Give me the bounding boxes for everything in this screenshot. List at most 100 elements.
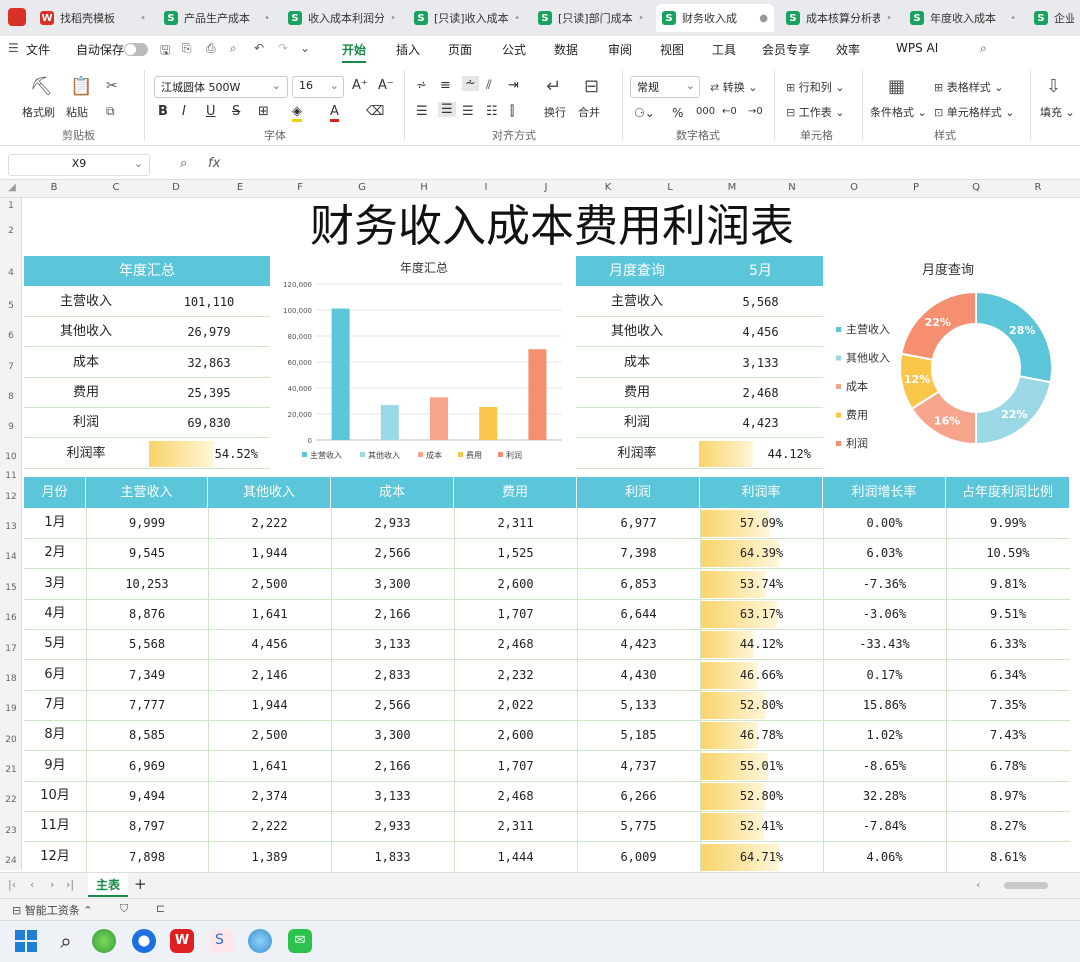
dot-icon[interactable]: •	[264, 13, 270, 24]
table-cell-exp[interactable]: 2,311	[454, 811, 577, 841]
table-cell-month[interactable]: 11月	[24, 811, 86, 841]
preview-icon[interactable]: ⌕	[230, 41, 237, 56]
column-header[interactable]: P	[906, 182, 926, 193]
table-cell-growth[interactable]: 6.03%	[823, 538, 946, 568]
menu-tab[interactable]: 公式	[502, 41, 526, 58]
bold-icon[interactable]: B	[158, 104, 168, 119]
cut-icon[interactable]: ✂	[106, 78, 118, 94]
table-cell-month[interactable]: 2月	[24, 538, 86, 568]
table-cell-main[interactable]: 9,545	[86, 538, 208, 568]
table-cell-month[interactable]: 7月	[24, 690, 86, 720]
row-col-button[interactable]: ⊞ 行和列 ⌄	[786, 79, 844, 95]
row-header[interactable]: 18	[0, 674, 22, 684]
table-cell-exp[interactable]: 2,600	[454, 720, 577, 750]
row-header[interactable]: 4	[0, 268, 22, 278]
dot-icon[interactable]: •	[638, 13, 644, 24]
column-header[interactable]: C	[106, 182, 126, 193]
table-style-button[interactable]: ⊞ 表格样式 ⌄	[934, 79, 1003, 95]
table-cell-margin[interactable]: 52.80%	[700, 781, 823, 811]
prev-sheet-icon[interactable]: ‹	[30, 878, 34, 891]
table-cell-cost[interactable]: 2,166	[331, 751, 454, 781]
row-header[interactable]: 5	[0, 301, 22, 311]
table-cell-profit[interactable]: 7,398	[577, 538, 700, 568]
align-middle-icon[interactable]: ≡	[440, 78, 451, 93]
table-cell-cost[interactable]: 3,300	[331, 720, 454, 750]
undo-icon[interactable]: ↶	[254, 41, 264, 55]
table-cell-exp[interactable]: 1,444	[454, 842, 577, 872]
align-right-icon[interactable]: ☰	[462, 104, 474, 119]
view-icon[interactable]: ⊏	[156, 902, 165, 915]
table-cell-other[interactable]: 2,374	[208, 781, 331, 811]
month-select[interactable]: 5月	[698, 256, 823, 286]
table-cell-share[interactable]: 8.97%	[946, 781, 1070, 811]
row-header[interactable]: 10	[0, 452, 22, 462]
document-tab[interactable]: S 财务收入成 ●	[656, 4, 774, 32]
menu-tab[interactable]: 效率	[836, 41, 860, 58]
table-cell-main[interactable]: 8,876	[86, 599, 208, 629]
table-cell-share[interactable]: 8.27%	[946, 811, 1070, 841]
row-header[interactable]: 22	[0, 795, 22, 805]
table-cell-growth[interactable]: -33.43%	[823, 629, 946, 659]
export-icon[interactable]: ⎘	[182, 41, 192, 56]
column-header[interactable]: F	[290, 182, 310, 193]
column-header[interactable]: H	[414, 182, 434, 193]
column-header[interactable]: G	[352, 182, 372, 193]
table-cell-profit[interactable]: 6,977	[577, 508, 700, 538]
table-cell-share[interactable]: 10.59%	[946, 538, 1070, 568]
scroll-left-icon[interactable]: ‹	[976, 878, 980, 891]
table-cell-other[interactable]: 2,500	[208, 720, 331, 750]
table-cell-main[interactable]: 10,253	[86, 569, 208, 599]
paste-button[interactable]: 粘贴	[66, 104, 88, 120]
document-tab[interactable]: S [只读]收入成本 •	[408, 4, 526, 32]
menu-tab[interactable]: 开始	[342, 41, 367, 63]
menu-tab[interactable]: 插入	[396, 41, 420, 58]
wps-icon[interactable]: W	[170, 929, 194, 953]
align-center-icon[interactable]: ☰	[438, 102, 456, 117]
table-cell-margin[interactable]: 46.78%	[700, 720, 823, 750]
clear-format-icon[interactable]: ⌫	[366, 104, 384, 119]
worksheet-button[interactable]: ⊟ 工作表 ⌄	[786, 104, 844, 120]
table-cell-main[interactable]: 7,349	[86, 660, 208, 690]
table-cell-main[interactable]: 9,999	[86, 508, 208, 538]
table-cell-margin[interactable]: 63.17%	[700, 599, 823, 629]
sheet-tab-main[interactable]: 主表	[88, 873, 128, 897]
browser-icon[interactable]	[92, 929, 116, 953]
font-color-icon[interactable]: A	[330, 104, 339, 122]
dot-icon[interactable]: •	[140, 13, 146, 24]
table-cell-share[interactable]: 9.99%	[946, 508, 1070, 538]
table-cell-share[interactable]: 7.35%	[946, 690, 1070, 720]
redo-icon[interactable]: ↷	[278, 41, 288, 55]
table-cell-exp[interactable]: 2,311	[454, 508, 577, 538]
font-shrink-icon[interactable]: A⁻	[378, 78, 394, 93]
wechat-icon[interactable]: ✉	[288, 929, 312, 953]
menu-tab[interactable]: 视图	[660, 41, 684, 58]
menu-tab[interactable]: WPS AI	[896, 41, 938, 55]
table-cell-other[interactable]: 2,146	[208, 660, 331, 690]
border-icon[interactable]: ⊞	[258, 104, 269, 119]
document-tab[interactable]: S 年度收入成本 •	[904, 4, 1022, 32]
table-cell-main[interactable]: 6,969	[86, 751, 208, 781]
table-cell-profit[interactable]: 6,644	[577, 599, 700, 629]
table-cell-month[interactable]: 8月	[24, 720, 86, 750]
table-cell-profit[interactable]: 5,185	[577, 720, 700, 750]
column-header[interactable]: I	[476, 182, 496, 193]
search-icon[interactable]: ⌕	[54, 929, 78, 953]
menu-tab[interactable]: 会员专享	[762, 41, 810, 58]
table-cell-month[interactable]: 10月	[24, 781, 86, 811]
table-cell-exp[interactable]: 1,525	[454, 538, 577, 568]
document-tab[interactable]: S [只读]部门成本 •	[532, 4, 650, 32]
save-icon[interactable]: 🖫	[160, 41, 170, 62]
table-cell-main[interactable]: 8,797	[86, 811, 208, 841]
dot-icon[interactable]: •	[1010, 13, 1016, 24]
orientation-icon[interactable]: ⫽	[486, 78, 492, 93]
table-cell-cost[interactable]: 2,833	[331, 660, 454, 690]
table-cell-growth[interactable]: 0.17%	[823, 660, 946, 690]
hamburger-icon[interactable]: ☰	[8, 41, 19, 55]
last-sheet-icon[interactable]: ›|	[66, 878, 74, 891]
formula-input[interactable]	[236, 156, 1066, 174]
table-cell-growth[interactable]: -7.84%	[823, 811, 946, 841]
table-cell-cost[interactable]: 3,133	[331, 781, 454, 811]
table-cell-share[interactable]: 6.34%	[946, 660, 1070, 690]
table-cell-main[interactable]: 7,777	[86, 690, 208, 720]
table-cell-profit[interactable]: 6,009	[577, 842, 700, 872]
